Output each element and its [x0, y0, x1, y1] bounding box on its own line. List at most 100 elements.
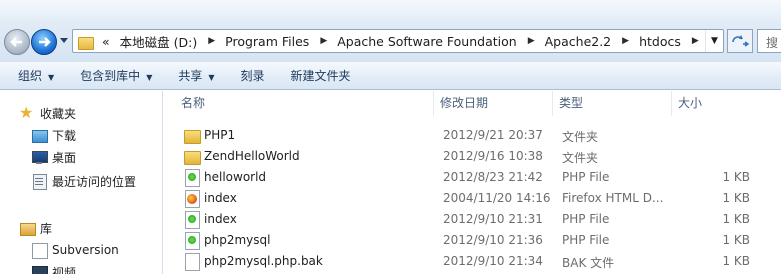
back-button[interactable] — [4, 29, 30, 55]
file-name: php2mysql — [204, 232, 271, 247]
organize-button[interactable]: 组织 ▼ — [9, 63, 63, 89]
organize-label: 组织 — [18, 68, 43, 83]
file-type: BAK 文件 — [562, 256, 615, 270]
bak-file-icon — [184, 252, 200, 271]
nav-recent-places-label: 最近访问的位置 — [52, 174, 137, 189]
file-date: 2012/9/10 21:34 — [443, 254, 543, 268]
file-size: 1 KB — [722, 191, 750, 205]
file-size: 1 KB — [722, 170, 750, 184]
file-name: PHP1 — [204, 127, 236, 142]
nav-libraries-label: 库 — [40, 221, 53, 236]
file-type: Firefox HTML D... — [562, 191, 664, 205]
file-size: 1 KB — [722, 254, 750, 268]
command-bar: 组织 ▼ 包含到库中 ▼ 共享 ▼ 刻录 新建文件夹 — [0, 62, 781, 90]
new-folder-button[interactable]: 新建文件夹 — [282, 63, 360, 89]
file-size: 1 KB — [722, 212, 750, 226]
file-date: 2012/9/10 21:31 — [443, 212, 543, 226]
file-row[interactable]: php2mysql 2012/9/10 21:36 PHP File 1 KB — [164, 229, 781, 250]
subversion-library-icon — [31, 242, 48, 259]
breadcrumb: « 本地磁盘 (D:) ▶ Program Files ▶ Apache Sof… — [73, 30, 707, 52]
star-icon — [19, 103, 35, 122]
folder-icon — [78, 35, 94, 50]
file-row[interactable]: ZendHelloWorld 2012/9/16 10:38 文件夹 — [164, 145, 781, 166]
navigation-pane: 收藏夹 下载 桌面 最近访问的位置 库 Subversion 视频 — [0, 91, 163, 274]
address-history-dropdown[interactable]: ▼ — [705, 30, 723, 52]
nav-favorites-label: 收藏夹 — [40, 106, 77, 121]
chevron-down-icon: ▼ — [48, 72, 55, 82]
file-type: 文件夹 — [562, 130, 599, 144]
file-type: PHP File — [562, 170, 610, 184]
refresh-button[interactable] — [727, 29, 753, 53]
file-name: index — [204, 211, 237, 226]
nav-video-label: 视频 — [52, 265, 77, 274]
nav-libraries[interactable]: 库 — [19, 218, 52, 238]
nav-downloads-label: 下载 — [52, 128, 77, 143]
file-row[interactable]: PHP1 2012/9/21 20:37 文件夹 — [164, 124, 781, 145]
file-type: PHP File — [562, 212, 610, 226]
file-date: 2012/9/10 21:36 — [443, 233, 543, 247]
php-file-icon — [184, 168, 200, 187]
recent-pages-chevron-icon[interactable] — [60, 38, 68, 44]
nav-video[interactable]: 视频 — [31, 262, 76, 274]
breadcrumb-separator-icon[interactable]: ▶ — [613, 36, 637, 46]
chevron-down-icon: ▼ — [208, 72, 215, 82]
column-header-size[interactable]: 大小 — [672, 91, 781, 116]
nav-subversion-label: Subversion — [52, 243, 119, 257]
folder-icon — [184, 148, 201, 165]
share-label: 共享 — [178, 68, 203, 83]
address-bar-area: « 本地磁盘 (D:) ▶ Program Files ▶ Apache Sof… — [0, 0, 781, 62]
back-arrow-icon — [10, 37, 22, 47]
file-row[interactable]: index 2004/11/20 14:16 Firefox HTML D...… — [164, 187, 781, 208]
file-size: 1 KB — [722, 233, 750, 247]
search-input[interactable]: 搜 — [757, 29, 781, 53]
file-date: 2004/11/20 14:16 — [443, 191, 551, 205]
nav-desktop-label: 桌面 — [52, 150, 77, 165]
desktop-icon — [31, 149, 48, 165]
folder-icon — [184, 127, 201, 144]
column-header-name[interactable]: 名称 — [164, 91, 434, 116]
library-icon — [19, 220, 36, 236]
file-date: 2012/9/21 20:37 — [443, 128, 543, 142]
file-name: index — [204, 190, 237, 205]
file-date: 2012/8/23 21:42 — [443, 170, 543, 184]
breadcrumb-separator-icon[interactable]: ▶ — [311, 36, 335, 46]
file-type: 文件夹 — [562, 151, 599, 165]
nav-favorites[interactable]: 收藏夹 — [19, 103, 76, 123]
php-file-icon — [184, 210, 200, 229]
burn-button[interactable]: 刻录 — [232, 63, 274, 89]
breadcrumb-item-apache22[interactable]: Apache2.2 — [543, 34, 614, 49]
file-row[interactable]: php2mysql.php.bak 2012/9/10 21:34 BAK 文件… — [164, 250, 781, 271]
file-row[interactable]: helloworld 2012/8/23 21:42 PHP File 1 KB — [164, 166, 781, 187]
breadcrumb-item-local-disk[interactable]: 本地磁盘 (D:) — [118, 32, 200, 51]
nav-recent-places[interactable]: 最近访问的位置 — [31, 171, 136, 191]
breadcrumb-item-apache-software-foundation[interactable]: Apache Software Foundation — [335, 34, 518, 49]
nav-desktop[interactable]: 桌面 — [31, 147, 76, 167]
breadcrumb-separator-icon[interactable]: ▶ — [199, 36, 223, 46]
file-type: PHP File — [562, 233, 610, 247]
php-file-icon — [184, 231, 200, 250]
file-name: ZendHelloWorld — [204, 148, 300, 163]
forward-button[interactable] — [31, 29, 57, 55]
breadcrumb-separator-icon[interactable]: ▶ — [683, 36, 707, 46]
file-name: php2mysql.php.bak — [204, 253, 323, 268]
nav-subversion[interactable]: Subversion — [31, 240, 119, 260]
forward-arrow-icon — [39, 37, 51, 47]
address-field[interactable]: « 本地磁盘 (D:) ▶ Program Files ▶ Apache Sof… — [72, 29, 724, 53]
share-button[interactable]: 共享 ▼ — [169, 63, 223, 89]
breadcrumb-item-htdocs[interactable]: htdocs — [637, 34, 683, 49]
firefox-html-icon — [184, 189, 200, 208]
video-library-icon — [31, 264, 48, 274]
recent-places-icon — [31, 173, 47, 190]
file-row[interactable]: index 2012/9/10 21:31 PHP File 1 KB — [164, 208, 781, 229]
column-header-date[interactable]: 修改日期 — [434, 91, 553, 116]
breadcrumb-item-program-files[interactable]: Program Files — [223, 34, 311, 49]
breadcrumb-overflow[interactable]: « — [100, 34, 112, 49]
include-in-library-button[interactable]: 包含到库中 ▼ — [71, 63, 161, 89]
refresh-icon — [732, 35, 750, 47]
column-header-type[interactable]: 类型 — [553, 91, 672, 116]
nav-downloads[interactable]: 下载 — [31, 125, 76, 145]
file-name: helloworld — [204, 169, 267, 184]
downloads-folder-icon — [31, 127, 48, 143]
file-list: 名称 修改日期 类型 大小 PHP1 2012/9/21 20:37 文件夹 Z… — [164, 91, 781, 274]
breadcrumb-separator-icon[interactable]: ▶ — [519, 36, 543, 46]
